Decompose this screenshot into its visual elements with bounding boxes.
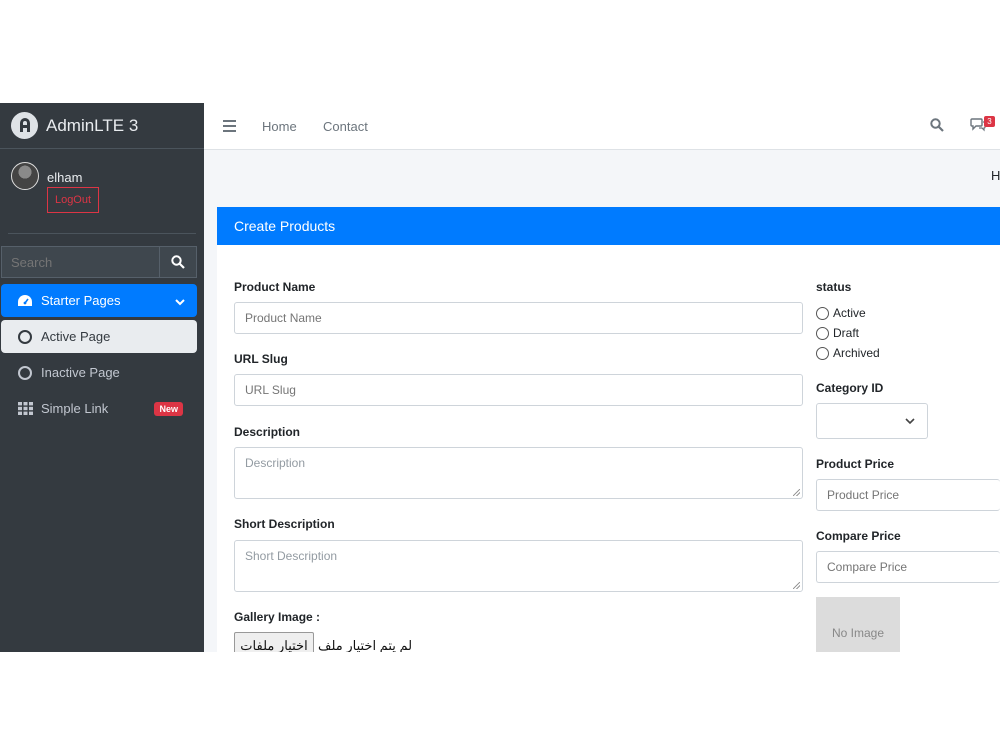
short-description-label: Short Description	[234, 517, 335, 531]
logout-button[interactable]: LogOut	[47, 187, 99, 213]
product-price-input[interactable]	[816, 479, 1000, 511]
short-description-textarea[interactable]: Short Description	[234, 540, 803, 592]
status-option-archived[interactable]: Archived	[816, 346, 880, 360]
radio-label: Active	[833, 306, 866, 320]
avatar[interactable]	[11, 162, 39, 190]
choose-files-button[interactable]: اختيار ملفات	[234, 632, 314, 652]
sidebar-item-simple-link[interactable]: Simple Link New	[1, 392, 197, 425]
sidebar-item-starter-pages[interactable]: Starter Pages	[1, 284, 197, 317]
compare-price-input[interactable]	[816, 551, 1000, 583]
search-icon[interactable]	[930, 118, 944, 137]
product-name-input[interactable]	[234, 302, 803, 334]
nav-link-contact[interactable]: Contact	[323, 119, 368, 134]
search-icon	[171, 255, 185, 269]
sidebar-nav: Starter Pages Active Page Inactive Page …	[1, 284, 197, 428]
user-panel: elham LogOut	[8, 149, 196, 234]
circle-icon	[17, 329, 33, 345]
status-label: status	[816, 280, 852, 294]
category-id-label: Category ID	[816, 381, 884, 395]
radio-button[interactable]	[816, 346, 829, 360]
url-slug-input[interactable]	[234, 374, 803, 406]
radio-label: Draft	[833, 326, 860, 340]
resize-handle-icon[interactable]	[793, 582, 800, 589]
sidebar-item-inactive-page[interactable]: Inactive Page	[1, 356, 197, 389]
description-textarea[interactable]: Description	[234, 447, 803, 499]
radio-button[interactable]	[816, 326, 829, 340]
messages-badge: 3	[984, 116, 995, 127]
gallery-image-label: Gallery Image :	[234, 610, 321, 624]
sidebar-search	[1, 246, 197, 278]
tachometer-icon	[17, 293, 33, 309]
sidebar: AdminLTE 3 elham LogOut Starter Pages	[0, 103, 204, 652]
radio-label: Archived	[833, 346, 880, 360]
new-badge: New	[154, 402, 183, 416]
card-title: Create Products	[234, 218, 336, 234]
status-option-active[interactable]: Active	[816, 306, 866, 320]
brand-link[interactable]: AdminLTE 3	[0, 103, 204, 149]
nav-link-home[interactable]: Home	[262, 119, 297, 134]
compare-price-label: Compare Price	[816, 529, 901, 543]
description-label: Description	[234, 425, 301, 439]
sidebar-search-button[interactable]	[159, 246, 197, 278]
chevron-down-icon	[905, 418, 915, 425]
circle-icon	[17, 365, 33, 381]
breadcrumb[interactable]: H	[991, 168, 1000, 183]
top-navbar: Home Contact 3	[204, 103, 1000, 150]
radio-button[interactable]	[816, 306, 829, 320]
image-preview: No Image	[816, 597, 900, 652]
user-name[interactable]: elham	[47, 170, 82, 185]
sidebar-search-input[interactable]	[1, 246, 159, 278]
url-slug-label: URL Slug	[234, 352, 288, 366]
description-placeholder: Description	[245, 456, 306, 470]
sidebar-item-label: Simple Link	[41, 401, 109, 416]
grid-icon	[17, 401, 33, 417]
app-window: AdminLTE 3 elham LogOut Starter Pages	[0, 103, 1000, 652]
brand-name: AdminLTE 3	[46, 115, 139, 135]
status-option-draft[interactable]: Draft	[816, 326, 859, 340]
short-description-placeholder: Short Description	[245, 549, 338, 563]
category-select[interactable]	[816, 403, 928, 439]
card-header: Create Products	[217, 207, 1000, 245]
hamburger-menu-icon[interactable]	[223, 119, 236, 137]
file-status-text: لم يتم اختيار ملف	[318, 638, 413, 652]
brand-logo-icon	[11, 112, 38, 139]
sidebar-item-label: Starter Pages	[41, 293, 121, 308]
chevron-down-icon	[175, 294, 185, 309]
product-price-label: Product Price	[816, 457, 895, 471]
resize-handle-icon[interactable]	[793, 489, 800, 496]
product-name-label: Product Name	[234, 280, 316, 294]
sidebar-item-label: Active Page	[41, 329, 111, 344]
sidebar-item-active-page[interactable]: Active Page	[1, 320, 197, 353]
no-image-text: No Image	[831, 625, 885, 640]
sidebar-item-label: Inactive Page	[41, 365, 120, 380]
